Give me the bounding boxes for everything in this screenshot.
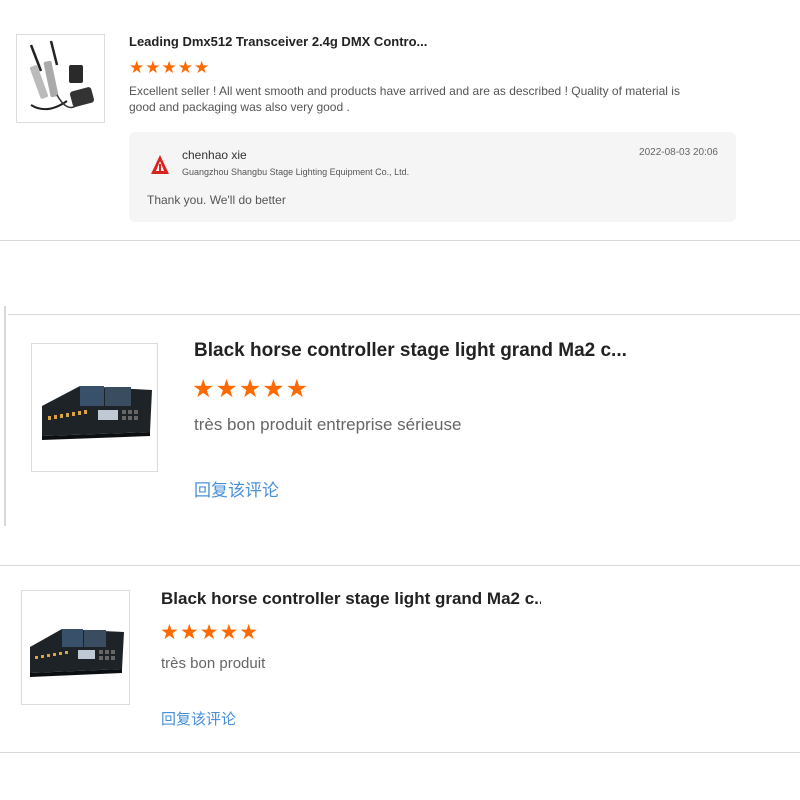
product-title[interactable]: Leading Dmx512 Transceiver 2.4g DMX Cont… [129, 34, 449, 49]
review-comment: Excellent seller ! All went smooth and p… [129, 84, 680, 114]
seller-reply: chenhao xie Guangzhou Shangbu Stage Ligh… [129, 132, 736, 222]
review-card: Leading Dmx512 Transceiver 2.4g DMX Cont… [0, 0, 800, 242]
review-card: Black horse controller stage light grand… [0, 565, 800, 755]
product-title[interactable]: Black horse controller stage light grand… [194, 340, 634, 362]
reply-timestamp: 2022-08-03 20:06 [639, 147, 718, 158]
review-comment: très bon produit entreprise sérieuse [194, 415, 462, 434]
rating-stars: ★★★★★ [192, 375, 310, 403]
product-thumbnail[interactable] [31, 343, 158, 472]
reply-text: Thank you. We'll do better [147, 193, 286, 207]
dmx-transceiver-product-image [17, 35, 104, 122]
seller-name: chenhao xie [182, 148, 247, 162]
reply-to-review-link[interactable]: 回复该评论 [194, 476, 279, 501]
review-comment: très bon produit [161, 655, 266, 672]
product-thumbnail[interactable] [21, 590, 130, 705]
divider [0, 240, 800, 241]
rating-stars: ★★★★★ [160, 621, 260, 644]
seller-logo-icon [151, 155, 169, 174]
product-title[interactable]: Black horse controller stage light grand… [161, 589, 541, 609]
seller-company: Guangzhou Shangbu Stage Lighting Equipme… [182, 167, 410, 177]
lighting-console-product-image [32, 344, 157, 471]
lighting-console-product-image [22, 591, 129, 704]
rating-stars: ★★★★★ [129, 58, 211, 77]
divider [0, 752, 800, 753]
divider [4, 306, 6, 526]
reply-to-review-link[interactable]: 回复该评论 [161, 708, 236, 729]
review-card: Black horse controller stage light grand… [0, 306, 800, 528]
product-thumbnail[interactable] [16, 34, 105, 123]
